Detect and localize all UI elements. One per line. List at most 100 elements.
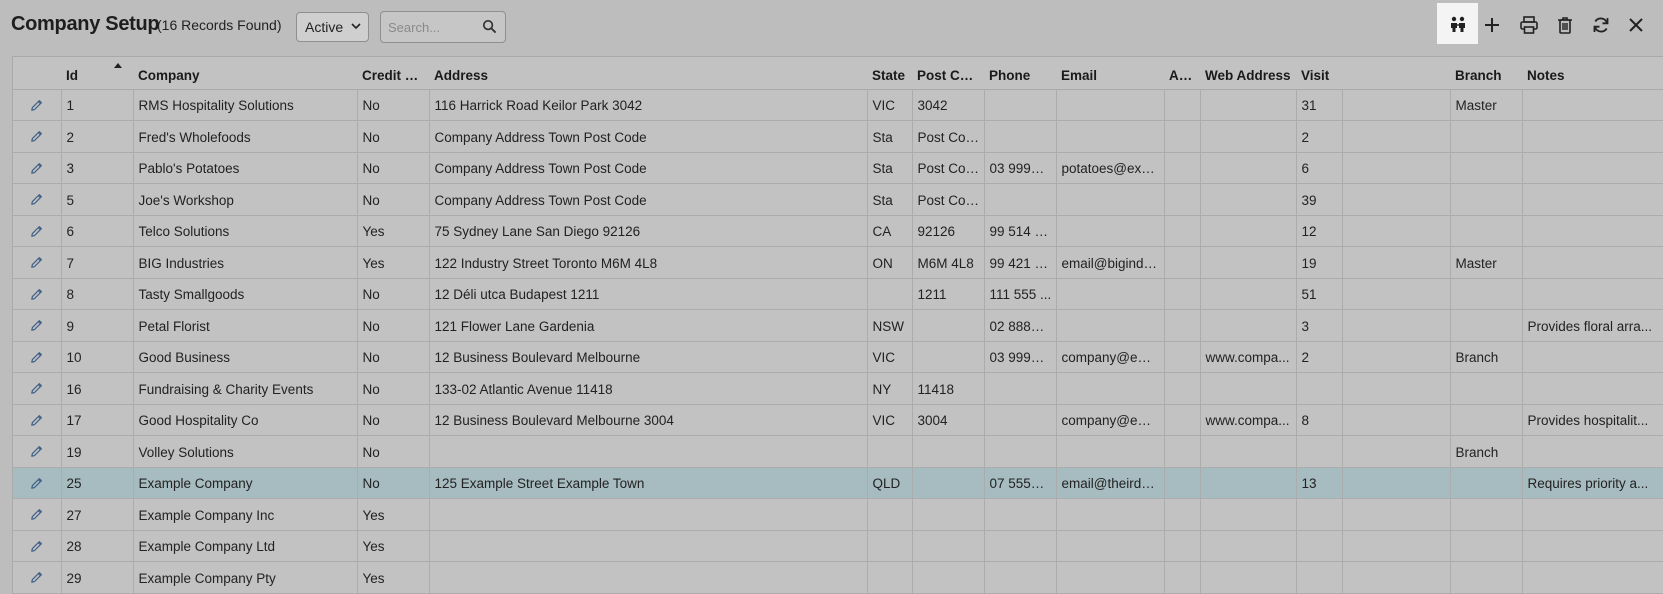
status-filter-select[interactable]: Active: [296, 12, 369, 42]
cell-phone: [984, 530, 1057, 562]
table-row[interactable]: 3 Pablo's Potatoes No Company Address Town …: [13, 152, 1663, 184]
cell-ab: [1164, 120, 1201, 153]
column-header-notes[interactable]: Notes: [1522, 57, 1663, 90]
cell-post: [912, 498, 985, 531]
edit-row-button[interactable]: [13, 498, 62, 531]
cell-branch: Master: [1450, 89, 1523, 121]
column-header-visit[interactable]: Visit: [1296, 57, 1342, 90]
cell-extra: [1342, 309, 1451, 342]
cell-company: Good Business: [133, 341, 358, 373]
cell-address: Company Address Town Post Code: [429, 183, 868, 216]
pencil-icon: [31, 320, 43, 332]
column-header-web-address[interactable]: Web Address: [1200, 57, 1296, 90]
cell-visit: 12: [1296, 215, 1343, 247]
table-row[interactable]: 28 Example Company Ltd Yes: [13, 530, 1663, 562]
column-header-extra[interactable]: [1342, 57, 1450, 90]
column-header-phone[interactable]: Phone: [984, 57, 1056, 90]
print-icon: [1520, 16, 1538, 34]
cell-state: NSW: [867, 309, 913, 342]
table-row[interactable]: 17 Good Hospitality Co No 12 Business Boule…: [13, 404, 1663, 436]
cell-credit: No: [357, 183, 430, 216]
pencil-icon: [31, 446, 43, 458]
cell-branch: [1450, 278, 1523, 310]
cell-ab: [1164, 183, 1201, 216]
edit-row-button[interactable]: [13, 435, 62, 468]
table-row[interactable]: 19 Volley Solutions No Branch: [13, 435, 1663, 468]
close-button[interactable]: [1617, 6, 1655, 44]
delete-icon: [1558, 17, 1572, 34]
table-row[interactable]: 2 Fred's Wholefoods No Company Address Town…: [13, 120, 1663, 153]
cell-notes: [1522, 246, 1663, 279]
cell-visit: 19: [1296, 246, 1343, 279]
page-title: Company Setup: [11, 13, 160, 35]
table-row[interactable]: 6 Telco Solutions Yes 75 Sydney Lane San Di…: [13, 215, 1663, 247]
cell-id: 8: [61, 278, 134, 310]
cell-extra: [1342, 152, 1451, 184]
cell-branch: [1450, 404, 1523, 436]
cell-notes: [1522, 120, 1663, 153]
edit-row-button[interactable]: [13, 467, 62, 499]
edit-row-button[interactable]: [13, 183, 62, 216]
edit-row-button[interactable]: [13, 561, 62, 594]
cell-address: [429, 561, 868, 594]
column-header-credit-hold[interactable]: Credit H...: [357, 57, 429, 90]
add-button[interactable]: [1473, 6, 1511, 44]
table-row[interactable]: 10 Good Business No 12 Business Boulevard M…: [13, 341, 1663, 373]
pencil-icon: [31, 257, 43, 269]
edit-row-button[interactable]: [13, 530, 62, 562]
column-header-branch[interactable]: Branch: [1450, 57, 1522, 90]
table-row[interactable]: 7 BIG Industries Yes 122 Industry Street To…: [13, 246, 1663, 279]
cell-credit: Yes: [357, 215, 430, 247]
column-header-id[interactable]: Id: [61, 57, 133, 90]
edit-row-button[interactable]: [13, 215, 62, 247]
cell-company: Pablo's Potatoes: [133, 152, 358, 184]
cell-visit: [1296, 372, 1343, 405]
cell-phone: 111 555 ...: [984, 278, 1057, 310]
edit-row-button[interactable]: [13, 152, 62, 184]
print-button[interactable]: [1510, 6, 1548, 44]
column-header-post-code[interactable]: Post Cod...: [912, 57, 984, 90]
edit-row-button[interactable]: [13, 89, 62, 121]
cell-branch: [1450, 120, 1523, 153]
cell-notes: [1522, 530, 1663, 562]
pencil-icon: [31, 540, 43, 552]
search-icon[interactable]: [482, 19, 497, 34]
cell-branch: Branch: [1450, 341, 1523, 373]
table-row[interactable]: 16 Fundraising & Charity Events No 133-02 A…: [13, 372, 1663, 405]
column-header-address[interactable]: Address: [429, 57, 867, 90]
cell-credit: No: [357, 278, 430, 310]
company-table: Id Company Credit H... Address State Post Cod…: [13, 57, 1663, 594]
people-button[interactable]: [1437, 3, 1478, 44]
column-header-email[interactable]: Email: [1056, 57, 1164, 90]
cell-company: Good Hospitality Co: [133, 404, 358, 436]
edit-row-button[interactable]: [13, 372, 62, 405]
table-row[interactable]: 8 Tasty Smallgoods No 12 Déli utca Budapest…: [13, 278, 1663, 310]
table-row[interactable]: 1 RMS Hospitality Solutions No 116 Harrick …: [13, 89, 1663, 121]
status-filter-value: Active: [305, 19, 344, 35]
column-header-state[interactable]: State: [867, 57, 912, 90]
delete-button[interactable]: [1546, 6, 1584, 44]
cell-phone: 02 8888 ...: [984, 309, 1057, 342]
edit-row-button[interactable]: [13, 341, 62, 373]
pencil-icon: [31, 162, 43, 174]
search-input[interactable]: Search...: [380, 11, 506, 43]
edit-row-button[interactable]: [13, 404, 62, 436]
edit-row-button[interactable]: [13, 120, 62, 153]
table-row[interactable]: 27 Example Company Inc Yes: [13, 498, 1663, 531]
table-row[interactable]: 5 Joe's Workshop No Company Address Town Po…: [13, 183, 1663, 216]
edit-row-button[interactable]: [13, 246, 62, 279]
cell-phone: [984, 372, 1057, 405]
refresh-button[interactable]: [1582, 6, 1620, 44]
table-row[interactable]: 25 Example Company No 125 Example Street Ex…: [13, 467, 1663, 499]
cell-web: [1200, 120, 1297, 153]
column-header-edit[interactable]: [13, 57, 61, 90]
column-header-company[interactable]: Company: [133, 57, 357, 90]
column-header-abn[interactable]: AB...: [1164, 57, 1200, 90]
table-row[interactable]: 9 Petal Florist No 121 Flower Lane Gardenia…: [13, 309, 1663, 342]
edit-row-button[interactable]: [13, 309, 62, 342]
cell-extra: [1342, 183, 1451, 216]
cell-notes: [1522, 183, 1663, 216]
edit-row-button[interactable]: [13, 278, 62, 310]
table-row[interactable]: 29 Example Company Pty Yes: [13, 561, 1663, 594]
cell-email: [1056, 530, 1165, 562]
